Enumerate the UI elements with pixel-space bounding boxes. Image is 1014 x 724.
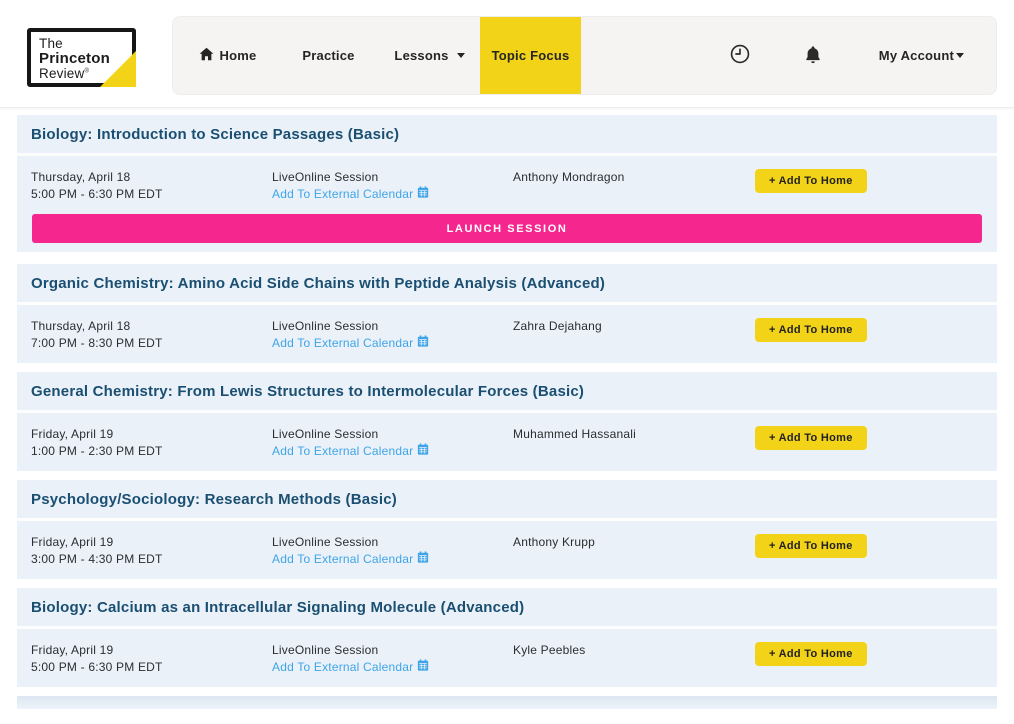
session-card: Biology: Introduction to Science Passage… bbox=[17, 115, 997, 252]
calendar-link-label: Add To External Calendar bbox=[272, 659, 413, 676]
calendar-icon bbox=[417, 443, 429, 460]
nav-item-my-account[interactable]: My Account bbox=[879, 48, 964, 63]
calendar-icon bbox=[417, 335, 429, 352]
session-time: 3:00 PM - 4:30 PM EDT bbox=[31, 551, 272, 568]
add-to-home-button[interactable]: + Add To Home bbox=[755, 169, 867, 193]
session-time: 5:00 PM - 6:30 PM EDT bbox=[31, 659, 272, 676]
session-card: General Chemistry: From Lewis Structures… bbox=[17, 372, 997, 471]
add-to-external-calendar-link[interactable]: Add To External Calendar bbox=[272, 659, 429, 676]
nav-item-home[interactable]: Home bbox=[177, 17, 278, 94]
calendar-icon bbox=[417, 186, 429, 203]
nav-item-label: Home bbox=[220, 48, 257, 63]
session-time: 7:00 PM - 8:30 PM EDT bbox=[31, 335, 272, 352]
calendar-link-label: Add To External Calendar bbox=[272, 186, 413, 203]
add-to-external-calendar-link[interactable]: Add To External Calendar bbox=[272, 551, 429, 568]
nav-item-label: Lessons bbox=[394, 48, 448, 63]
launch-session-row: LAUNCH SESSION bbox=[17, 214, 997, 252]
session-card: Psychology/Sociology: Research Methods (… bbox=[17, 480, 997, 579]
main-navigation: Home Practice Lessons Topic Focus bbox=[172, 16, 997, 95]
nav-item-label: Practice bbox=[302, 48, 354, 63]
session-title: Psychology/Sociology: Research Methods (… bbox=[31, 491, 983, 508]
session-presenter: Anthony Krupp bbox=[513, 534, 755, 551]
session-time: 1:00 PM - 2:30 PM EDT bbox=[31, 443, 272, 460]
calendar-icon bbox=[417, 659, 429, 676]
logo-text-the: The bbox=[39, 37, 132, 51]
add-to-home-button[interactable]: + Add To Home bbox=[755, 642, 867, 666]
add-to-home-button[interactable]: + Add To Home bbox=[755, 426, 867, 450]
session-type: LiveOnline Session bbox=[272, 642, 513, 659]
calendar-link-label: Add To External Calendar bbox=[272, 551, 413, 568]
logo-text-princeton: Princeton bbox=[39, 51, 132, 67]
logo-text-review: Review® bbox=[39, 67, 132, 81]
calendar-link-label: Add To External Calendar bbox=[272, 335, 413, 352]
clock-history-button[interactable] bbox=[729, 43, 751, 68]
session-presenter: Anthony Mondragon bbox=[513, 169, 755, 186]
session-title: Biology: Introduction to Science Passage… bbox=[31, 126, 983, 143]
add-to-external-calendar-link[interactable]: Add To External Calendar bbox=[272, 186, 429, 203]
add-to-external-calendar-link[interactable]: Add To External Calendar bbox=[272, 335, 429, 352]
session-date: Friday, April 19 bbox=[31, 534, 272, 551]
session-presenter: Zahra Dejahang bbox=[513, 318, 755, 335]
session-presenter: Muhammed Hassanali bbox=[513, 426, 755, 443]
page-header: The Princeton Review® Home Practice Less… bbox=[0, 0, 1014, 108]
home-icon bbox=[199, 47, 214, 64]
session-date: Thursday, April 18 bbox=[31, 318, 272, 335]
session-card: Biology: Calcium as an Intracellular Sig… bbox=[17, 588, 997, 687]
nav-item-topic-focus[interactable]: Topic Focus bbox=[480, 17, 581, 94]
calendar-icon bbox=[417, 551, 429, 568]
session-type: LiveOnline Session bbox=[272, 426, 513, 443]
bell-icon bbox=[803, 44, 823, 68]
nav-item-practice[interactable]: Practice bbox=[278, 17, 379, 94]
session-card: Organic Chemistry: Amino Acid Side Chain… bbox=[17, 264, 997, 363]
session-title: General Chemistry: From Lewis Structures… bbox=[31, 383, 983, 400]
chevron-down-icon bbox=[457, 53, 465, 58]
session-date: Thursday, April 18 bbox=[31, 169, 272, 186]
notifications-button[interactable] bbox=[803, 44, 823, 68]
session-presenter: Kyle Peebles bbox=[513, 642, 755, 659]
session-date: Friday, April 19 bbox=[31, 642, 272, 659]
clock-icon bbox=[729, 43, 751, 68]
nav-item-lessons[interactable]: Lessons bbox=[379, 17, 480, 94]
session-type: LiveOnline Session bbox=[272, 318, 513, 335]
launch-session-button[interactable]: LAUNCH SESSION bbox=[32, 214, 982, 243]
princeton-review-logo[interactable]: The Princeton Review® bbox=[27, 28, 136, 87]
chevron-down-icon bbox=[956, 53, 964, 58]
nav-item-label: My Account bbox=[879, 48, 954, 63]
registered-mark: ® bbox=[84, 68, 89, 74]
partial-next-card bbox=[17, 696, 997, 709]
session-type: LiveOnline Session bbox=[272, 534, 513, 551]
calendar-link-label: Add To External Calendar bbox=[272, 443, 413, 460]
nav-item-label: Topic Focus bbox=[492, 48, 570, 63]
session-list: Biology: Introduction to Science Passage… bbox=[0, 108, 1014, 687]
session-time: 5:00 PM - 6:30 PM EDT bbox=[31, 186, 272, 203]
add-to-external-calendar-link[interactable]: Add To External Calendar bbox=[272, 443, 429, 460]
add-to-home-button[interactable]: + Add To Home bbox=[755, 318, 867, 342]
session-title: Biology: Calcium as an Intracellular Sig… bbox=[31, 599, 983, 616]
session-title: Organic Chemistry: Amino Acid Side Chain… bbox=[31, 275, 983, 292]
session-date: Friday, April 19 bbox=[31, 426, 272, 443]
session-type: LiveOnline Session bbox=[272, 169, 513, 186]
add-to-home-button[interactable]: + Add To Home bbox=[755, 534, 867, 558]
